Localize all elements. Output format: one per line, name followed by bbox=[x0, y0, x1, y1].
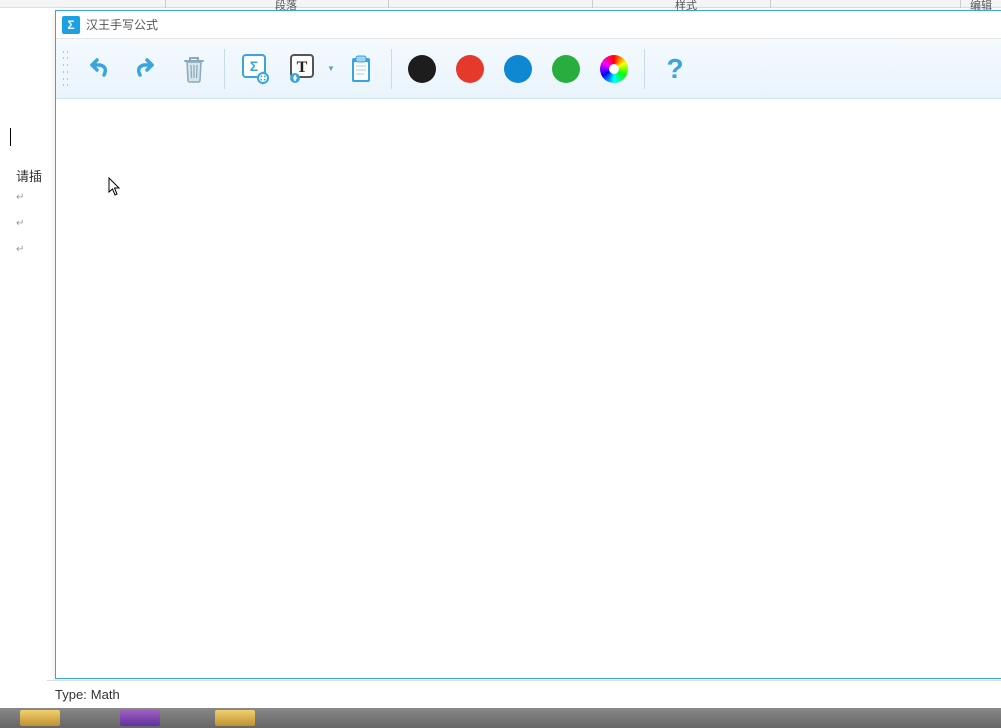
toolbar-separator bbox=[644, 49, 645, 89]
clipboard-button[interactable] bbox=[337, 45, 385, 93]
os-taskbar-fragment bbox=[0, 708, 1001, 728]
redo-button[interactable] bbox=[122, 45, 170, 93]
paragraph-mark: ↵ bbox=[16, 244, 24, 255]
color-black-button[interactable] bbox=[398, 45, 446, 93]
black-circle-icon bbox=[408, 55, 436, 83]
svg-text:T: T bbox=[297, 59, 308, 76]
text-mode-button[interactable]: T bbox=[279, 45, 327, 93]
undo-icon bbox=[82, 53, 114, 85]
color-blue-button[interactable] bbox=[494, 45, 542, 93]
text-mode-dropdown-caret[interactable]: ▼ bbox=[327, 64, 337, 73]
status-bar: Type: Math bbox=[47, 680, 1001, 708]
document-text-fragment: 请插 bbox=[16, 166, 42, 185]
mouse-cursor-icon bbox=[108, 177, 122, 197]
toolbar-separator bbox=[391, 49, 392, 89]
app-sigma-icon: Σ bbox=[62, 16, 80, 34]
paragraph-mark: ↵ bbox=[16, 192, 24, 203]
toolbar-separator bbox=[224, 49, 225, 89]
formula-settings-button[interactable]: Σ bbox=[231, 45, 279, 93]
paragraph-mark: ↵ bbox=[16, 218, 24, 229]
clipboard-icon bbox=[346, 52, 376, 86]
blue-circle-icon bbox=[504, 55, 532, 83]
color-red-button[interactable] bbox=[446, 45, 494, 93]
color-wheel-icon bbox=[600, 55, 628, 83]
svg-text:Σ: Σ bbox=[250, 58, 258, 74]
parent-document-strip: 请插 ↵ ↵ ↵ bbox=[0, 8, 55, 688]
redo-icon bbox=[130, 53, 162, 85]
formula-editor-window: Σ 汉王手写公式 bbox=[55, 10, 1001, 679]
trash-icon bbox=[179, 53, 209, 85]
parent-app-ribbon: 段落 样式 编辑 bbox=[0, 0, 1001, 8]
window-title: 汉王手写公式 bbox=[86, 16, 158, 33]
status-type-label: Type: bbox=[55, 687, 87, 702]
green-circle-icon bbox=[552, 55, 580, 83]
help-button[interactable]: ? bbox=[651, 45, 699, 93]
color-wheel-button[interactable] bbox=[590, 45, 638, 93]
titlebar[interactable]: Σ 汉王手写公式 bbox=[56, 11, 1001, 39]
color-green-button[interactable] bbox=[542, 45, 590, 93]
formula-settings-icon: Σ bbox=[239, 52, 271, 86]
handwriting-canvas[interactable] bbox=[56, 99, 1001, 678]
toolbar: Σ T bbox=[56, 39, 1001, 99]
status-type-value: Math bbox=[91, 687, 120, 702]
red-circle-icon bbox=[456, 55, 484, 83]
help-icon: ? bbox=[666, 53, 683, 85]
text-mode-icon: T bbox=[287, 52, 319, 86]
delete-button[interactable] bbox=[170, 45, 218, 93]
undo-button[interactable] bbox=[74, 45, 122, 93]
toolbar-grip bbox=[62, 51, 68, 87]
